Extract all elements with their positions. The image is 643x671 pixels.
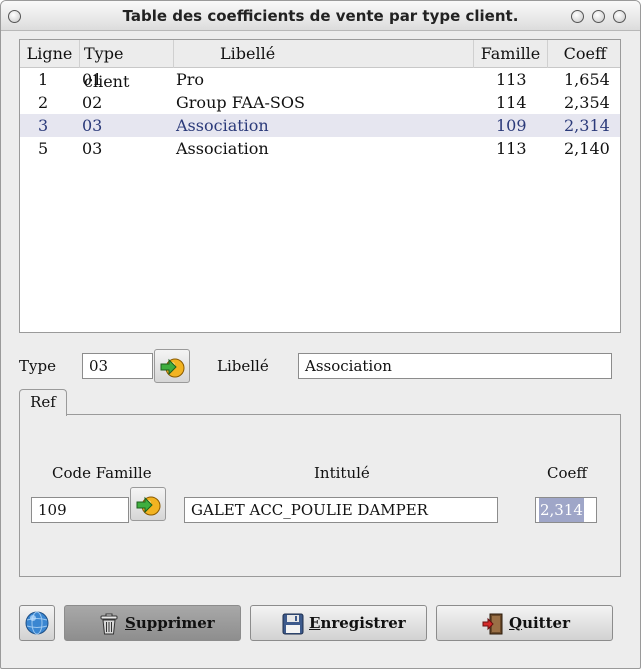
supprimer-button[interactable]: Supprimer bbox=[64, 605, 241, 641]
cell-libelle: Association bbox=[176, 116, 269, 135]
type-label: Type bbox=[19, 357, 56, 375]
cell-type: 02 bbox=[82, 93, 103, 112]
cell-ligne: 2 bbox=[38, 93, 49, 112]
coeff-input[interactable]: 2,314 bbox=[535, 497, 597, 523]
arrow-right-icon bbox=[160, 358, 185, 378]
main-window: Table des coefficients de vente par type… bbox=[0, 0, 641, 669]
exit-door-icon bbox=[482, 613, 503, 635]
ref-panel: Code Famille Intitulé Coeff 109 GALET AC… bbox=[19, 414, 621, 577]
cell-ligne: 3 bbox=[38, 116, 49, 135]
floppy-disk-icon bbox=[282, 613, 304, 635]
cell-ligne: 1 bbox=[38, 70, 49, 89]
column-header-ligne[interactable]: Ligne bbox=[20, 40, 80, 68]
tab-ref[interactable]: Ref bbox=[19, 389, 67, 416]
cell-famille: 109 bbox=[496, 116, 527, 135]
title-bar: Table des coefficients de vente par type… bbox=[1, 1, 640, 31]
supprimer-label: upprimer bbox=[135, 614, 215, 632]
minimize-button[interactable] bbox=[571, 10, 584, 23]
table-row-selected[interactable]: 3 03 Association 109 2,314 bbox=[20, 114, 620, 137]
table-row[interactable]: 1 01 Pro 113 1,654 bbox=[20, 68, 620, 91]
cell-libelle: Association bbox=[176, 139, 269, 158]
table-header: Ligne Type client Libellé Famille Coeff bbox=[20, 40, 622, 91]
column-header-type-client[interactable]: Type client bbox=[80, 40, 174, 91]
help-button[interactable] bbox=[19, 605, 55, 641]
code-famille-go-button[interactable] bbox=[130, 487, 166, 521]
cell-coeff: 2,354 bbox=[564, 93, 610, 112]
cell-type: 01 bbox=[82, 70, 103, 89]
enregistrer-mnemonic: E bbox=[309, 614, 321, 632]
quitter-mnemonic: Q bbox=[509, 614, 523, 632]
type-input[interactable]: 03 bbox=[82, 353, 153, 379]
cell-type: 03 bbox=[82, 139, 103, 158]
libelle-label: Libellé bbox=[217, 357, 269, 375]
type-go-button[interactable] bbox=[154, 349, 190, 383]
window-title: Table des coefficients de vente par type… bbox=[122, 7, 519, 25]
column-header-famille[interactable]: Famille bbox=[474, 40, 548, 68]
arrow-right-icon bbox=[136, 496, 161, 516]
coeff-label: Coeff bbox=[547, 464, 588, 482]
enregistrer-label: nregistrer bbox=[320, 614, 406, 632]
table-row[interactable]: 5 03 Association 113 2,140 bbox=[20, 137, 620, 160]
table-row[interactable]: 2 02 Group FAA-SOS 114 2,354 bbox=[20, 91, 620, 114]
enregistrer-button[interactable]: Enregistrer bbox=[250, 605, 427, 641]
cell-libelle: Pro bbox=[176, 70, 205, 89]
cell-coeff: 1,654 bbox=[564, 70, 610, 89]
intitule-input[interactable]: GALET ACC_POULIE DAMPER bbox=[184, 497, 498, 523]
column-header-libelle[interactable]: Libellé bbox=[174, 40, 474, 68]
cell-coeff: 2,314 bbox=[564, 116, 610, 135]
cell-libelle: Group FAA-SOS bbox=[176, 93, 305, 112]
cell-famille: 114 bbox=[496, 93, 527, 112]
quitter-button[interactable]: Quitter bbox=[436, 605, 613, 641]
code-famille-label: Code Famille bbox=[52, 464, 152, 482]
cell-type: 03 bbox=[82, 116, 103, 135]
supprimer-mnemonic: S bbox=[125, 614, 136, 632]
quitter-label: uitter bbox=[522, 614, 570, 632]
intitule-label: Intitulé bbox=[314, 464, 370, 482]
code-famille-input[interactable]: 109 bbox=[31, 497, 129, 523]
trash-icon bbox=[100, 613, 118, 635]
cell-ligne: 5 bbox=[38, 139, 49, 158]
column-header-coeff[interactable]: Coeff bbox=[548, 40, 622, 68]
coefficients-table[interactable]: Ligne Type client Libellé Famille Coeff … bbox=[19, 39, 621, 333]
cell-famille: 113 bbox=[496, 139, 527, 158]
coeff-value-selected: 2,314 bbox=[539, 498, 584, 522]
cell-famille: 113 bbox=[496, 70, 527, 89]
libelle-input[interactable]: Association bbox=[298, 353, 612, 379]
maximize-button[interactable] bbox=[592, 10, 605, 23]
close-button[interactable] bbox=[613, 10, 626, 23]
cell-coeff: 2,140 bbox=[564, 139, 610, 158]
help-globe-icon bbox=[25, 611, 49, 635]
